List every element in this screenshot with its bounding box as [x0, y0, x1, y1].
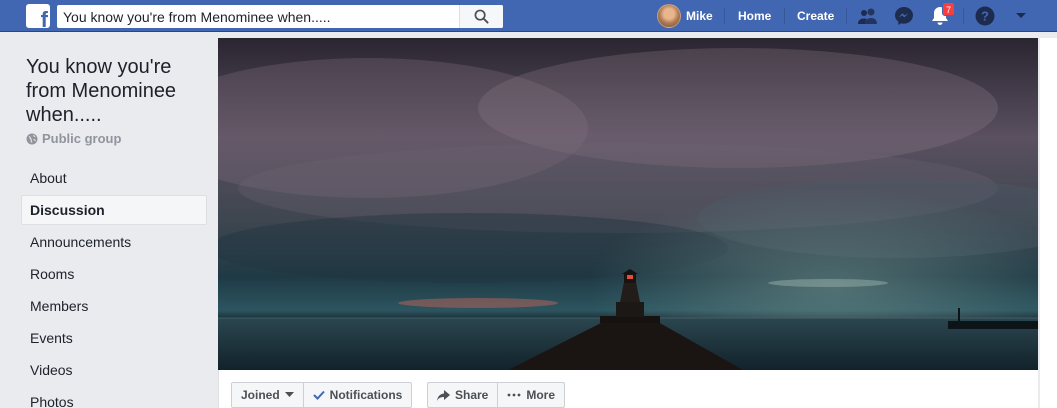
ellipsis-icon [507, 393, 521, 397]
group-action-bar: Joined Notifications Share More [218, 370, 1038, 408]
account-menu-button[interactable] [1010, 5, 1032, 27]
share-more-button-group: Share More [427, 382, 566, 408]
share-label: Share [455, 388, 489, 402]
notifications-settings-button[interactable]: Notifications [304, 383, 412, 407]
share-arrow-icon [437, 389, 450, 401]
search-input[interactable] [57, 5, 459, 28]
share-button[interactable]: Share [428, 383, 499, 407]
friend-requests-button[interactable] [857, 5, 879, 27]
group-title[interactable]: You know you're from Menominee when..... [26, 55, 206, 127]
notifications-label: Notifications [329, 388, 403, 402]
facebook-logo-icon[interactable]: f [26, 4, 50, 28]
globe-icon [26, 133, 38, 144]
cover-photo[interactable] [218, 38, 1038, 370]
help-button[interactable]: ? [974, 5, 996, 27]
checkmark-icon [312, 390, 325, 400]
privacy-label: Public group [42, 131, 122, 146]
membership-button-group: Joined Notifications [231, 382, 413, 408]
help-icon: ? [975, 6, 995, 26]
top-navigation-bar: f Mike Home Create 7 [0, 0, 1057, 32]
sidebar-item-about[interactable]: About [21, 163, 207, 193]
joined-button[interactable]: Joined [232, 383, 304, 407]
sidebar-item-videos[interactable]: Videos [21, 355, 207, 385]
nav-divider [963, 8, 964, 24]
chevron-down-icon [1016, 13, 1026, 18]
home-link[interactable]: Home [738, 9, 771, 23]
nav-divider [846, 8, 847, 24]
chevron-down-icon [284, 392, 294, 397]
sidebar-item-announcements[interactable]: Announcements [21, 227, 207, 257]
sidebar-item-members[interactable]: Members [21, 291, 207, 321]
profile-link[interactable]: Mike [686, 9, 713, 23]
create-link[interactable]: Create [797, 9, 834, 23]
sidebar-item-events[interactable]: Events [21, 323, 207, 353]
search-button[interactable] [459, 5, 503, 28]
search-box [57, 5, 503, 28]
group-privacy: Public group [26, 131, 121, 146]
more-button[interactable]: More [498, 383, 564, 407]
nav-divider [724, 8, 725, 24]
more-label: More [526, 388, 556, 402]
group-sidebar-nav: About Discussion Announcements Rooms Mem… [21, 163, 207, 408]
lighthouse-storm-photo [218, 38, 1038, 370]
sidebar-item-rooms[interactable]: Rooms [21, 259, 207, 289]
notifications-badge: 7 [942, 2, 956, 16]
sidebar-item-discussion[interactable]: Discussion [21, 195, 207, 225]
svg-text:?: ? [981, 9, 989, 24]
sidebar-item-photos[interactable]: Photos [21, 387, 207, 408]
joined-label: Joined [241, 388, 280, 402]
user-avatar[interactable] [657, 4, 681, 28]
search-icon [474, 9, 489, 24]
messenger-icon [895, 7, 913, 25]
right-panel-edge [1040, 38, 1057, 408]
friends-icon [858, 8, 877, 24]
messenger-button[interactable] [893, 5, 915, 27]
nav-divider [784, 8, 785, 24]
